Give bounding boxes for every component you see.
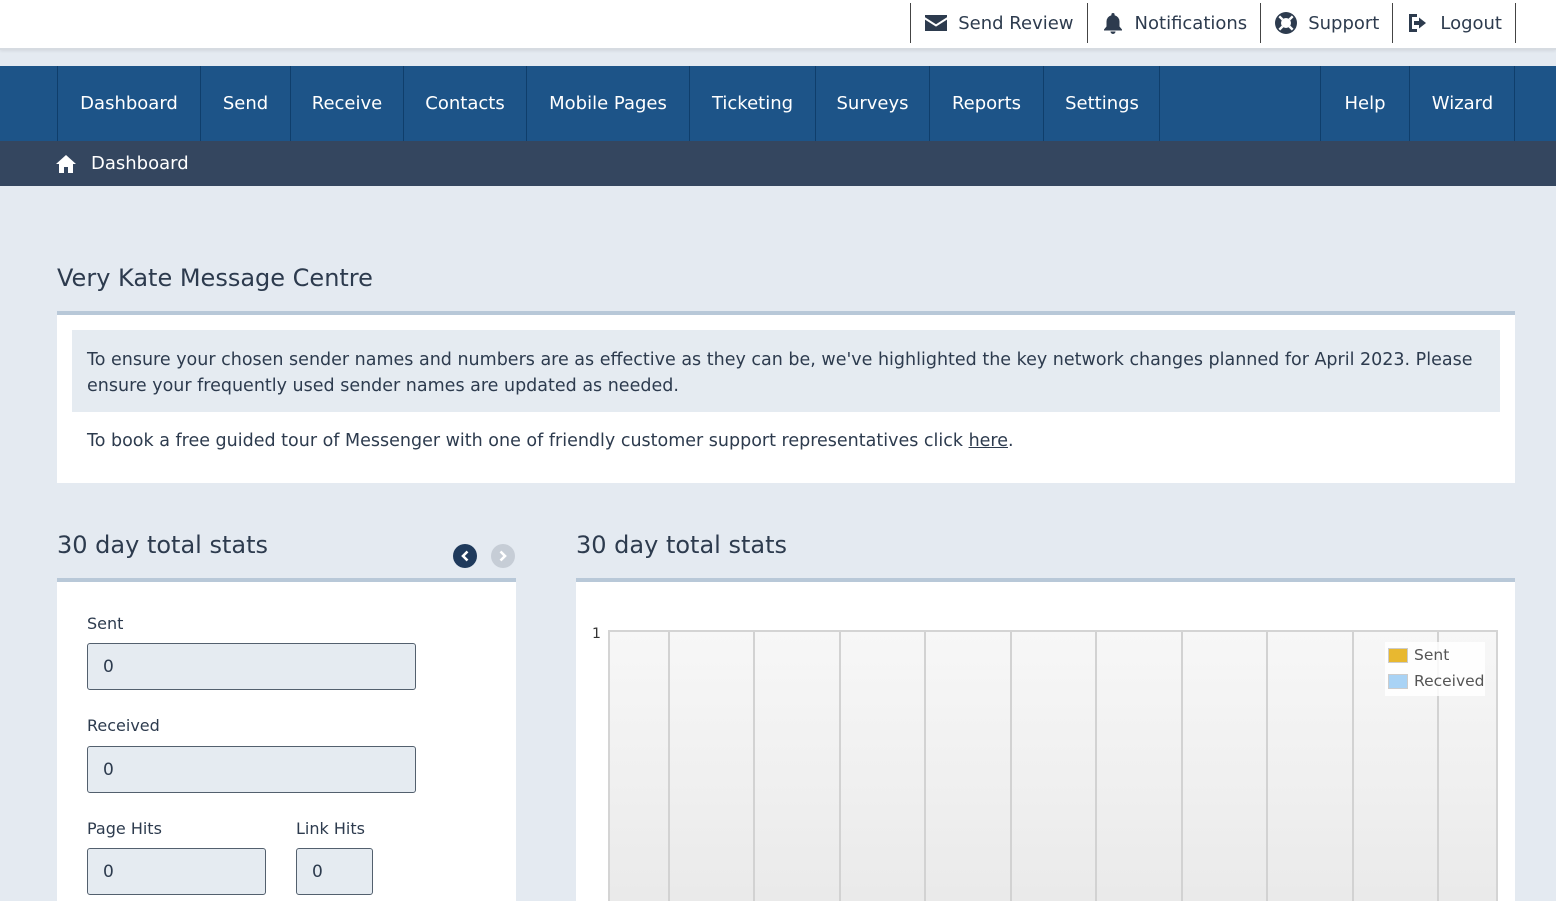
chart-grid-line xyxy=(1181,632,1183,901)
nav-mobile-pages[interactable]: Mobile Pages xyxy=(526,66,689,141)
notifications-link[interactable]: Notifications xyxy=(1086,3,1261,43)
previous-period-button[interactable] xyxy=(453,544,477,568)
nav-receive[interactable]: Receive xyxy=(290,66,403,141)
utility-links: Send Review Notifications Support Logout xyxy=(910,3,1516,43)
logout-label: Logout xyxy=(1440,12,1502,34)
legend-received[interactable]: Received xyxy=(1385,668,1485,694)
chart-grid-line xyxy=(1095,632,1097,901)
chart-legend: Sent Received xyxy=(1385,642,1485,696)
breadcrumb: Dashboard xyxy=(0,141,1556,186)
nav-divider xyxy=(1514,66,1515,141)
support-link[interactable]: Support xyxy=(1260,3,1392,43)
top-utility-bar: Send Review Notifications Support Logout xyxy=(0,0,1556,50)
legend-swatch-received xyxy=(1388,673,1408,689)
nav-dashboard[interactable]: Dashboard xyxy=(57,66,200,141)
envelope-icon xyxy=(925,15,948,31)
y-axis-tick: 1 xyxy=(592,626,601,642)
sign-out-icon xyxy=(1409,14,1427,32)
sent-label: Sent xyxy=(87,614,124,633)
send-review-link[interactable]: Send Review xyxy=(910,3,1086,43)
network-changes-notice: To ensure your chosen sender names and n… xyxy=(72,330,1500,412)
main-navigation: Dashboard Send Receive Contacts Mobile P… xyxy=(0,66,1556,141)
nav-contacts[interactable]: Contacts xyxy=(403,66,526,141)
stats-panel: Sent Received Page Hits Link Hits xyxy=(57,582,516,901)
guided-tour-text: To book a free guided tour of Messenger … xyxy=(87,427,1014,455)
page-hits-field[interactable] xyxy=(87,848,266,895)
nav-surveys[interactable]: Surveys xyxy=(815,66,929,141)
legend-received-label: Received xyxy=(1414,672,1485,690)
send-review-label: Send Review xyxy=(958,12,1074,34)
lifebuoy-icon xyxy=(1275,12,1298,34)
legend-sent-label: Sent xyxy=(1414,646,1450,664)
next-period-button[interactable] xyxy=(491,544,515,568)
nav-ticketing[interactable]: Ticketing xyxy=(689,66,815,141)
message-centre-title: Very Kate Message Centre xyxy=(57,264,373,292)
sent-field[interactable] xyxy=(87,643,416,690)
nav-wizard[interactable]: Wizard xyxy=(1409,66,1515,141)
nav-help[interactable]: Help xyxy=(1320,66,1409,141)
legend-swatch-sent xyxy=(1388,647,1408,663)
link-hits-field[interactable] xyxy=(296,848,373,895)
chart-grid-line xyxy=(1010,632,1012,901)
link-hits-label: Link Hits xyxy=(296,819,365,838)
bell-icon xyxy=(1103,13,1122,34)
breadcrumb-label: Dashboard xyxy=(91,153,189,174)
guided-tour-link[interactable]: here xyxy=(969,431,1008,451)
message-centre-panel: To ensure your chosen sender names and n… xyxy=(57,315,1515,483)
guided-tour-label: To book a free guided tour of Messenger … xyxy=(87,431,969,451)
nav-settings[interactable]: Settings xyxy=(1043,66,1160,141)
chart-grid-line xyxy=(924,632,926,901)
chevron-right-icon xyxy=(499,550,507,562)
chart-grid-line xyxy=(668,632,670,901)
logout-link[interactable]: Logout xyxy=(1392,3,1515,43)
home-icon xyxy=(56,154,76,173)
guided-tour-end: . xyxy=(1008,431,1014,451)
nav-send[interactable]: Send xyxy=(200,66,290,141)
chart-grid-line xyxy=(1266,632,1268,901)
support-label: Support xyxy=(1308,12,1380,34)
notifications-label: Notifications xyxy=(1134,12,1248,34)
chart-grid-line xyxy=(839,632,841,901)
page-hits-label: Page Hits xyxy=(87,819,162,838)
chevron-left-icon xyxy=(461,550,469,562)
legend-sent[interactable]: Sent xyxy=(1385,642,1485,668)
stats-title: 30 day total stats xyxy=(57,531,268,559)
stats-chart-panel: 1 Sent Received xyxy=(576,582,1515,901)
nav-reports[interactable]: Reports xyxy=(929,66,1043,141)
chart-plot-area xyxy=(608,630,1498,901)
received-label: Received xyxy=(87,716,160,735)
chart-grid-line xyxy=(1352,632,1354,901)
received-field[interactable] xyxy=(87,746,416,793)
nav-divider xyxy=(1159,66,1160,141)
chart-title: 30 day total stats xyxy=(576,531,787,559)
chart-grid-line xyxy=(753,632,755,901)
